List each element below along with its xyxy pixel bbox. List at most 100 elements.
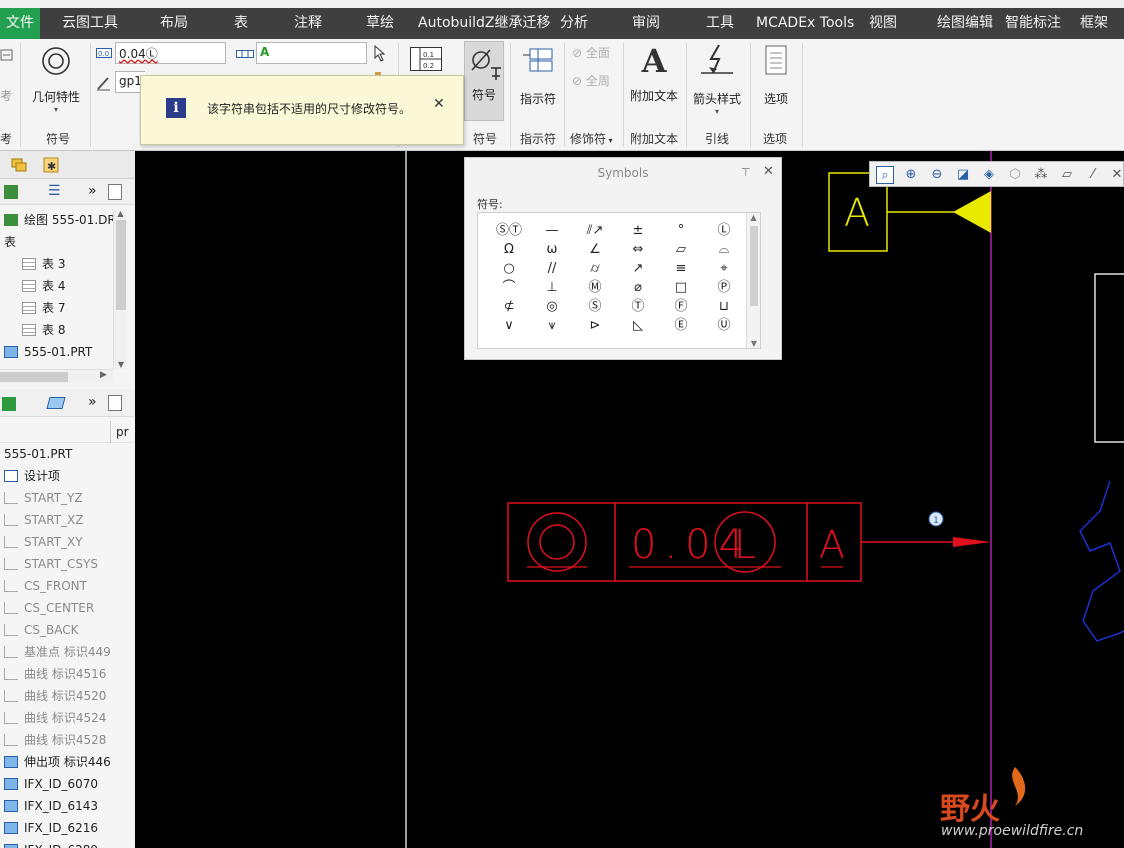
tree-item[interactable]: 表 8	[22, 319, 65, 341]
repaint-icon[interactable]: ◪	[954, 166, 972, 184]
menu-autobuildz[interactable]: AutobuildZ继承迁移	[418, 8, 551, 39]
axis-display-icon[interactable]: ⁄	[1084, 166, 1102, 184]
symbols-dialog-title[interactable]: Symbols	[465, 158, 781, 188]
symbol-cell[interactable]: Ⓕ	[666, 297, 696, 316]
tooltip-close-button[interactable]: ✕	[433, 96, 445, 112]
menu-annotate[interactable]: 注释	[294, 8, 322, 39]
refit-icon[interactable]: ⌕	[876, 166, 894, 184]
symbol-cell[interactable]: ⌀	[623, 278, 653, 297]
menu-smart-annotate[interactable]: 智能标注	[1005, 8, 1061, 39]
tree-item[interactable]: 绘图 555-01.DRW É	[4, 209, 113, 231]
tree-item[interactable]: IFX_ID_6143	[4, 795, 98, 817]
options-button[interactable]: 选项	[756, 45, 796, 107]
tree-item[interactable]: 表	[4, 231, 16, 253]
tree-item[interactable]: 曲线 标识4516	[4, 663, 106, 685]
tree-scrollbar-vertical[interactable]: ▲ ▼	[113, 209, 127, 369]
arrow-style-button[interactable]: 箭头样式 ▾	[690, 43, 744, 116]
symbol-cell[interactable]: ○	[494, 259, 524, 278]
all-face-button[interactable]: ⊘ 全面	[572, 44, 610, 61]
menu-table[interactable]: 表	[234, 8, 248, 39]
symbol-cell[interactable]: ≡	[666, 259, 696, 278]
menu-layout[interactable]: 布局	[160, 8, 188, 39]
indicator-button[interactable]: 指示符	[516, 45, 560, 107]
datum-display-icon[interactable]: ⁂	[1032, 166, 1050, 184]
symbol-cell[interactable]: ±	[623, 221, 653, 240]
settings-icon[interactable]	[108, 395, 122, 411]
tree-scrollbar-horizontal[interactable]: ▶	[0, 369, 113, 383]
symbol-cell[interactable]: □	[666, 278, 696, 297]
overflow-button[interactable]: »	[88, 394, 97, 410]
column-header[interactable]: pr	[116, 425, 129, 439]
symbol-cell[interactable]: ∨	[494, 316, 524, 335]
symbol-cell[interactable]: ⊳	[580, 316, 610, 335]
tree-item[interactable]: START_YZ	[4, 487, 83, 509]
list-icon[interactable]: ☰	[48, 183, 66, 201]
symbol-cell[interactable]: Ⓛ	[709, 221, 739, 240]
plane-display-icon[interactable]: ▱	[1058, 166, 1076, 184]
scroll-up-icon[interactable]: ▲	[747, 213, 760, 222]
view-icon[interactable]	[4, 185, 18, 199]
scroll-up-icon[interactable]: ▲	[114, 209, 127, 218]
symbol-cell[interactable]: ↗	[623, 259, 653, 278]
symbol-grid-scrollbar[interactable]: ▲ ▼	[746, 213, 760, 348]
symbol-cell[interactable]: ▱	[666, 240, 696, 259]
menu-frame[interactable]: 框架	[1080, 8, 1108, 39]
symbol-cell[interactable]: ⌭	[580, 259, 610, 278]
hscroll-thumb[interactable]	[0, 372, 68, 382]
tree-item[interactable]: START_XY	[4, 531, 83, 553]
tree-item[interactable]: 曲线 标识4524	[4, 707, 106, 729]
symbol-button[interactable]: 符号	[464, 41, 504, 121]
tree-item[interactable]: 表 4	[22, 275, 65, 297]
symbol-cell[interactable]: ∠	[580, 240, 610, 259]
additional-text-button[interactable]: A 附加文本	[626, 43, 682, 104]
symbol-cell[interactable]: °	[666, 221, 696, 240]
symbol-cell[interactable]: ⩛	[537, 316, 567, 335]
display-style-icon[interactable]: ◈	[980, 166, 998, 184]
symbol-cell[interactable]: //	[537, 259, 567, 278]
symbol-cell[interactable]: ⊄	[494, 297, 524, 316]
tree-item[interactable]: IFX_ID_6070	[4, 773, 98, 795]
tree-item[interactable]: START_XZ	[4, 509, 83, 531]
scroll-down-icon[interactable]: ▼	[747, 339, 761, 348]
tree-item[interactable]: CS_BACK	[4, 619, 78, 641]
symbol-cell[interactable]: Ω	[494, 240, 524, 259]
menu-tools[interactable]: 工具	[706, 8, 734, 39]
tree-item[interactable]: 设计项	[4, 465, 60, 487]
symbol-cell[interactable]: Ⓢ	[580, 297, 610, 316]
menu-drawing-edit[interactable]: 绘图编辑	[937, 8, 993, 39]
symbol-cell[interactable]: ⌖	[709, 259, 739, 278]
favorites-tab[interactable]: ✱	[42, 156, 60, 174]
tree-item[interactable]: 曲线 标识4528	[4, 729, 106, 751]
menu-mcadex-tools[interactable]: MCADEx Tools	[756, 8, 854, 39]
symbol-cell[interactable]: Ⓣ	[623, 297, 653, 316]
symbol-cell[interactable]: Ⓟ	[709, 278, 739, 297]
point-display-icon[interactable]: ✕	[1108, 166, 1124, 184]
ref-icon[interactable]	[0, 47, 14, 63]
tree-item[interactable]: IFX_ID_6289	[4, 839, 98, 848]
frame-layout-icon[interactable]: 0.1 0.2	[410, 47, 442, 71]
symbol-cell[interactable]: ⌒	[494, 278, 524, 297]
scroll-down-icon[interactable]: ▼	[114, 360, 128, 369]
feature-control-frame[interactable]: 0.04 L A	[507, 502, 991, 582]
symbol-cell[interactable]: ω	[537, 240, 567, 259]
tree-item[interactable]: CS_FRONT	[4, 575, 87, 597]
all-around-button[interactable]: ⊘ 全周	[572, 72, 610, 89]
symbol-cell[interactable]: ⓈⓉ	[494, 221, 524, 240]
datum-field[interactable]: A	[256, 42, 367, 64]
tree-item[interactable]: 基准点 标识449	[4, 641, 111, 663]
menu-view[interactable]: 视图	[869, 8, 897, 39]
zoom-in-icon[interactable]: ⊕	[902, 166, 920, 184]
layer-tree-tab[interactable]	[10, 156, 28, 174]
tree-item[interactable]: IFX_ID_6216	[4, 817, 98, 839]
tree-item[interactable]: 表 7	[22, 297, 65, 319]
symbol-cell[interactable]: ⇔	[623, 240, 653, 259]
tree-item[interactable]: 555-01.PRT	[4, 443, 72, 465]
symbol-cell[interactable]: ⊔	[709, 297, 739, 316]
menu-sketch[interactable]: 草绘	[366, 8, 394, 39]
tree-item[interactable]: 曲线 标识4520	[4, 685, 106, 707]
select-datum-icon[interactable]	[373, 44, 387, 62]
symbol-cell[interactable]: ⊥	[537, 278, 567, 297]
tree-item[interactable]: START_CSYS	[4, 553, 98, 575]
pin-icon[interactable]: ⊤	[741, 166, 751, 179]
zoom-out-icon[interactable]: ⊖	[928, 166, 946, 184]
